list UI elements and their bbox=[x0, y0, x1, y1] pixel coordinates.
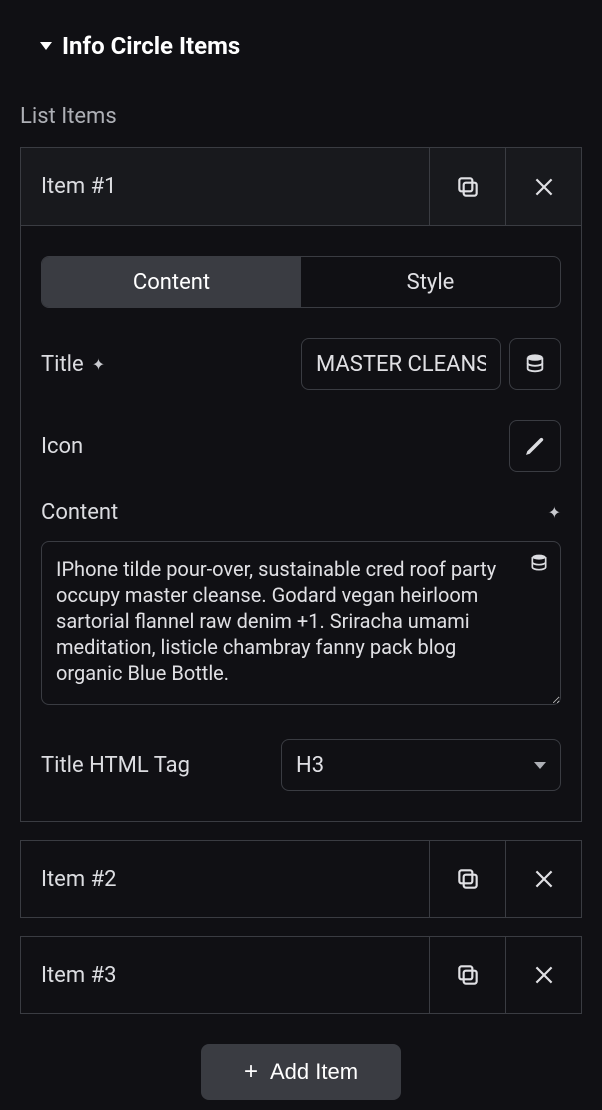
plus-icon: + bbox=[244, 1060, 258, 1084]
section-header[interactable]: Info Circle Items bbox=[20, 0, 582, 80]
pencil-icon bbox=[524, 435, 546, 457]
tab-group: Content Style bbox=[41, 256, 561, 308]
add-item-label: Add Item bbox=[270, 1059, 358, 1085]
list-item-header: Item #1 bbox=[20, 147, 582, 225]
chevron-down-icon bbox=[40, 42, 52, 50]
list-item-label[interactable]: Item #2 bbox=[21, 841, 429, 917]
dynamic-content-button[interactable] bbox=[509, 338, 561, 390]
title-label: Title ✦ bbox=[41, 352, 105, 377]
database-icon bbox=[524, 353, 546, 375]
list-item-label[interactable]: Item #1 bbox=[21, 148, 429, 225]
html-tag-value: H3 bbox=[296, 753, 324, 778]
icon-label: Icon bbox=[41, 434, 83, 459]
html-tag-select[interactable]: H3 bbox=[281, 739, 561, 791]
content-label: Content bbox=[41, 500, 118, 525]
list-items-label: List Items bbox=[20, 80, 582, 147]
copy-icon bbox=[455, 866, 481, 892]
tab-style[interactable]: Style bbox=[301, 257, 560, 307]
close-icon bbox=[531, 174, 557, 200]
ai-sparkle-icon[interactable]: ✦ bbox=[92, 355, 105, 374]
database-icon bbox=[529, 553, 549, 573]
content-field-header: Content ✦ bbox=[41, 500, 561, 525]
section-title: Info Circle Items bbox=[62, 32, 240, 60]
dynamic-content-button[interactable] bbox=[529, 553, 549, 577]
title-field-row: Title ✦ bbox=[41, 338, 561, 390]
ai-sparkle-icon[interactable]: ✦ bbox=[548, 503, 561, 522]
content-textarea[interactable]: IPhone tilde pour-over, sustainable cred… bbox=[41, 541, 561, 705]
title-label-text: Title bbox=[41, 352, 84, 377]
copy-icon bbox=[455, 174, 481, 200]
add-item-button[interactable]: + Add Item bbox=[201, 1044, 401, 1100]
list-item-header: Item #3 bbox=[20, 936, 582, 1014]
remove-button[interactable] bbox=[505, 841, 581, 917]
title-input[interactable] bbox=[301, 338, 501, 390]
html-tag-field-row: Title HTML Tag H3 bbox=[41, 739, 561, 791]
chevron-down-icon bbox=[534, 762, 546, 769]
close-icon bbox=[531, 866, 557, 892]
title-input-group bbox=[301, 338, 561, 390]
icon-field-row: Icon bbox=[41, 420, 561, 472]
list-item-label[interactable]: Item #3 bbox=[21, 937, 429, 1013]
content-textarea-wrap: IPhone tilde pour-over, sustainable cred… bbox=[41, 541, 561, 709]
duplicate-button[interactable] bbox=[429, 937, 505, 1013]
tab-content[interactable]: Content bbox=[42, 257, 301, 307]
html-tag-label: Title HTML Tag bbox=[41, 753, 190, 778]
copy-icon bbox=[455, 962, 481, 988]
duplicate-button[interactable] bbox=[429, 841, 505, 917]
duplicate-button[interactable] bbox=[429, 148, 505, 225]
close-icon bbox=[531, 962, 557, 988]
remove-button[interactable] bbox=[505, 937, 581, 1013]
list-item-header: Item #2 bbox=[20, 840, 582, 918]
remove-button[interactable] bbox=[505, 148, 581, 225]
list-item-body: Content Style Title ✦ Icon Content ✦ IPh… bbox=[20, 225, 582, 822]
edit-icon-button[interactable] bbox=[509, 420, 561, 472]
